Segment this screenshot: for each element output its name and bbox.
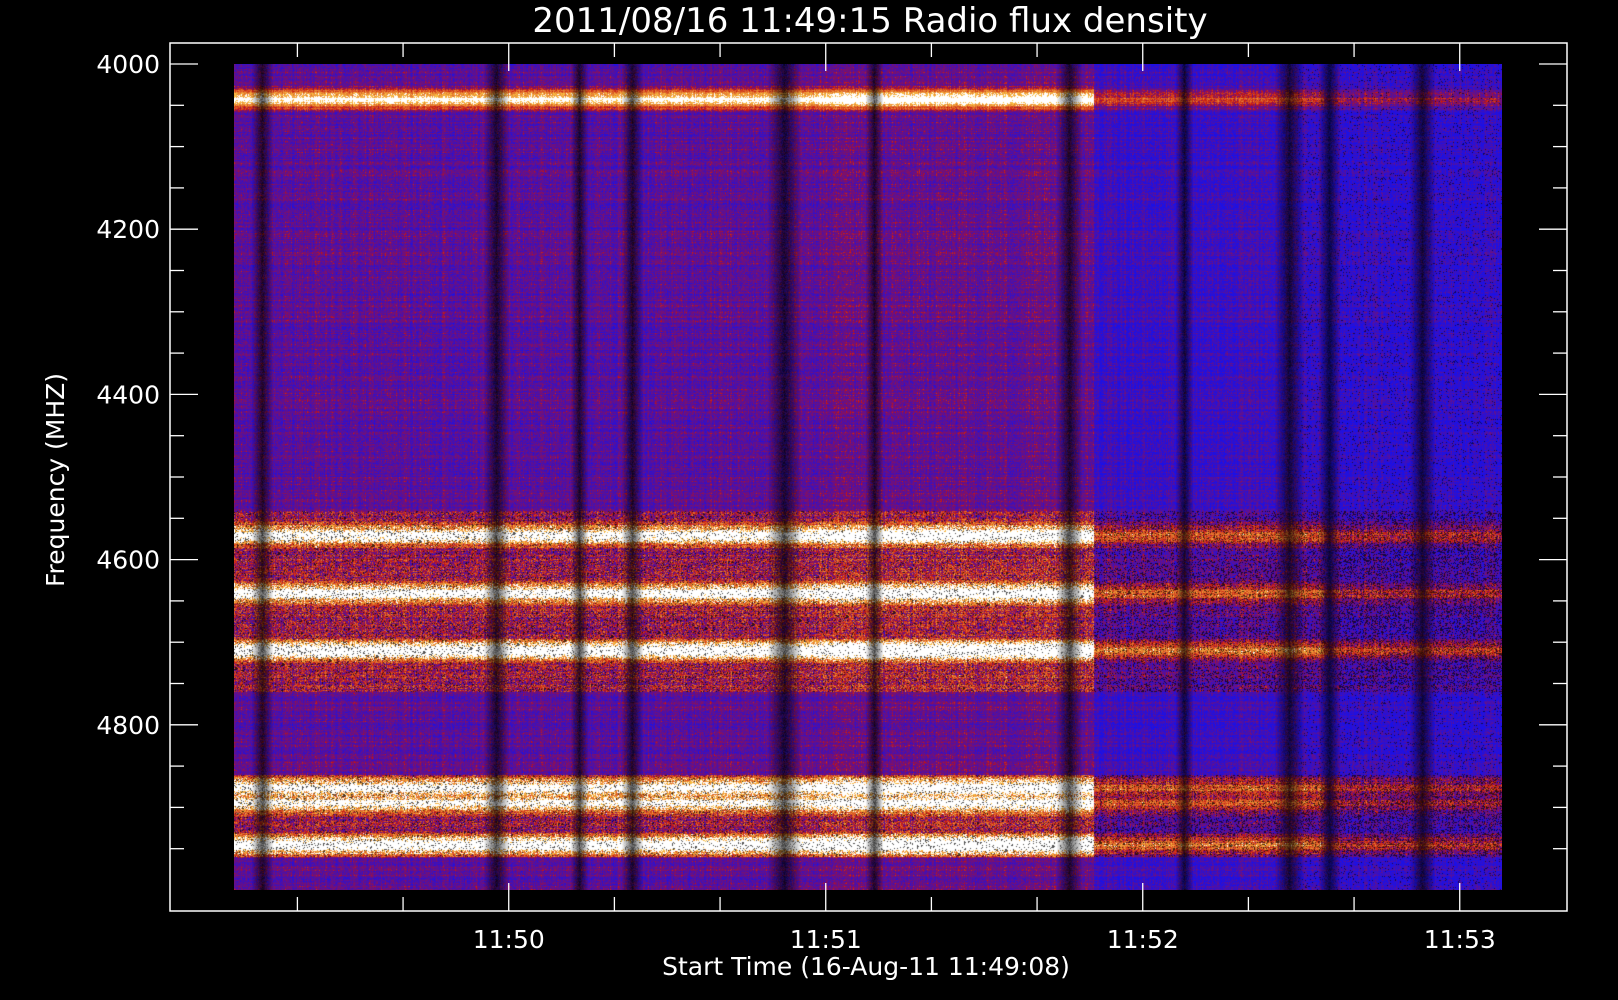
spectrogram-chart: 2011/08/16 11:49:15 Radio flux density 4… bbox=[41, 1, 1568, 981]
y-tick-label: 4400 bbox=[96, 380, 160, 409]
chart-title: 2011/08/16 11:49:15 Radio flux density bbox=[532, 1, 1207, 41]
x-tick-label: 11:52 bbox=[1107, 925, 1179, 954]
y-tick-label: 4200 bbox=[96, 215, 160, 244]
x-tick-label: 11:53 bbox=[1424, 925, 1496, 954]
y-tick-label: 4800 bbox=[96, 711, 160, 740]
x-axis-label: Start Time (16-Aug-11 11:49:08) bbox=[662, 952, 1070, 981]
y-tick-label: 4000 bbox=[96, 50, 160, 79]
y-axis-label: Frequency (MHZ) bbox=[41, 373, 70, 587]
heatmap-image bbox=[234, 64, 1502, 890]
x-tick-label: 11:50 bbox=[473, 925, 545, 954]
x-tick-label: 11:51 bbox=[790, 925, 862, 954]
y-tick-label: 4600 bbox=[96, 546, 160, 575]
